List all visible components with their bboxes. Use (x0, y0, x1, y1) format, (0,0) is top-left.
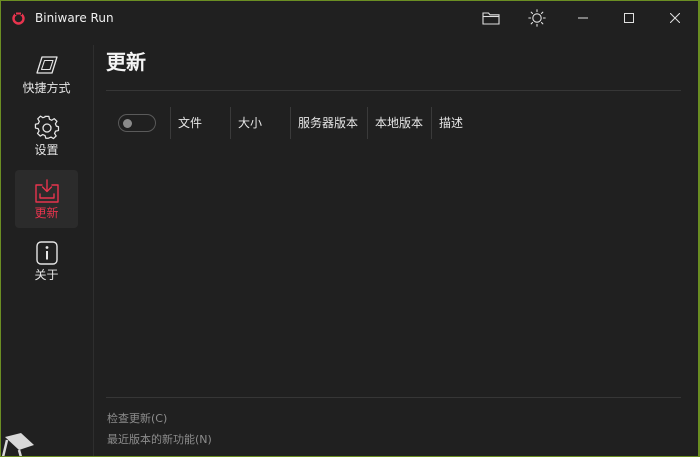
title-bar[interactable]: Biniware Run (1, 1, 698, 35)
sidebar-item-label: 设置 (34, 143, 59, 157)
maximize-icon (624, 13, 634, 23)
folder-icon (482, 11, 500, 25)
sun-icon (528, 9, 546, 27)
sidebar-item-label: 关于 (34, 268, 59, 282)
theme-toggle-button[interactable] (514, 1, 560, 35)
minimize-icon (578, 13, 588, 23)
title-divider (106, 90, 681, 91)
info-icon (15, 240, 78, 266)
table-header: 文件 大小 服务器版本 本地版本 描述 (106, 107, 681, 139)
shortcut-icon (15, 53, 78, 79)
download-icon (15, 178, 78, 204)
sidebar: 快捷方式 设置 更新 关于 (1, 45, 93, 456)
app-logo-icon (12, 10, 25, 25)
open-folder-button[interactable] (468, 1, 514, 35)
minimize-button[interactable] (560, 1, 606, 35)
sidebar-item-label: 更新 (34, 206, 59, 220)
sidebar-item-about[interactable]: 关于 (15, 232, 78, 290)
close-button[interactable] (652, 1, 698, 35)
maximize-button[interactable] (606, 1, 652, 35)
close-icon (670, 13, 680, 23)
column-header-server-version[interactable]: 服务器版本 (290, 107, 367, 139)
sidebar-divider (93, 45, 94, 456)
pin-icon (1, 431, 37, 456)
sidebar-item-shortcuts[interactable]: 快捷方式 (15, 45, 78, 103)
sidebar-item-update[interactable]: 更新 (15, 170, 78, 228)
whats-new-link[interactable]: 最近版本的新功能(N) (107, 433, 212, 447)
app-window: Biniware Run 快捷方式 设置 更新 关于 更新 文件 大小 服务器版… (1, 1, 698, 456)
sidebar-item-settings[interactable]: 设置 (15, 107, 78, 165)
window-title: Biniware Run (35, 11, 114, 25)
column-header-file[interactable]: 文件 (170, 107, 230, 139)
gear-icon (15, 115, 78, 141)
check-updates-link[interactable]: 检查更新(C) (107, 412, 167, 426)
select-all-toggle[interactable] (118, 114, 156, 132)
column-header-size[interactable]: 大小 (230, 107, 290, 139)
column-header-local-version[interactable]: 本地版本 (367, 107, 431, 139)
page-title: 更新 (106, 50, 146, 74)
column-header-description[interactable]: 描述 (431, 107, 551, 139)
toggle-knob (123, 119, 132, 128)
sidebar-item-label: 快捷方式 (22, 81, 71, 95)
footer-divider (106, 397, 681, 398)
